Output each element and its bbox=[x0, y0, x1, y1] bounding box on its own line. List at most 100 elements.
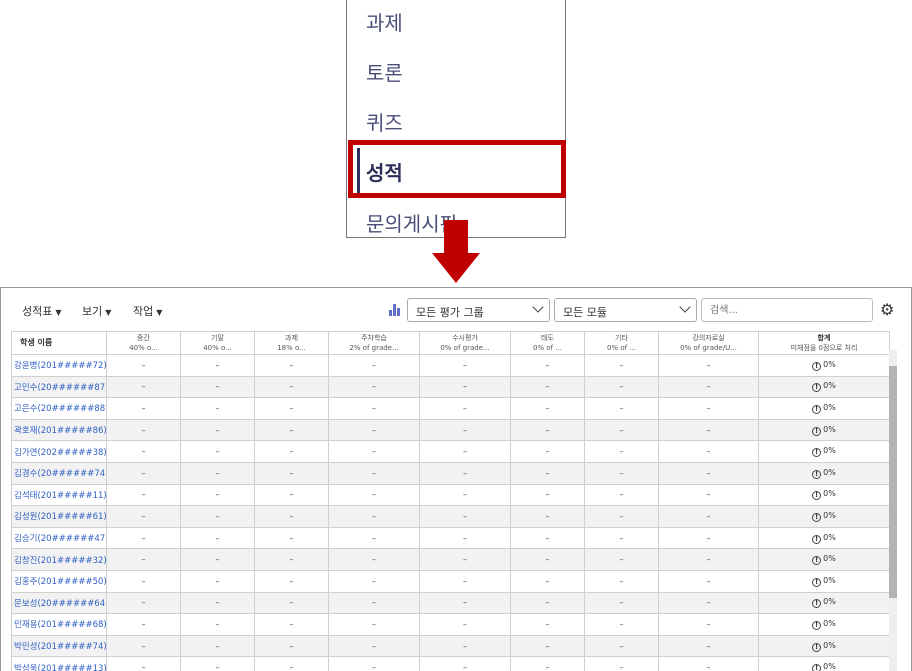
grade-cell[interactable]: – bbox=[510, 591, 585, 615]
grade-cell[interactable]: – bbox=[106, 461, 181, 485]
grade-cell[interactable]: – bbox=[584, 418, 659, 442]
grade-cell[interactable]: – bbox=[254, 483, 329, 507]
grade-cell[interactable]: – bbox=[328, 461, 420, 485]
grade-cell[interactable]: – bbox=[106, 569, 181, 593]
student-name-link[interactable]: 김경수(20######74) bbox=[11, 461, 107, 485]
column-header[interactable]: 과제 18% o... bbox=[254, 331, 329, 355]
grade-cell[interactable]: – bbox=[106, 526, 181, 550]
grade-cell[interactable]: – bbox=[106, 375, 181, 399]
grade-cell[interactable]: – bbox=[180, 461, 255, 485]
grade-cell[interactable]: – bbox=[328, 613, 420, 636]
grade-cell[interactable]: – bbox=[106, 656, 181, 671]
grade-cell[interactable]: – bbox=[510, 548, 585, 571]
grade-cell[interactable]: – bbox=[254, 569, 329, 593]
student-name-link[interactable]: 강윤병(201#####72) bbox=[11, 354, 107, 377]
grade-cell[interactable]: – bbox=[510, 397, 585, 420]
grade-cell[interactable]: – bbox=[658, 634, 759, 658]
grade-cell[interactable]: – bbox=[658, 656, 759, 671]
menu-item-quizzes[interactable]: 퀴즈 bbox=[366, 107, 403, 136]
grade-cell[interactable]: – bbox=[254, 375, 329, 399]
grade-cell[interactable]: – bbox=[328, 656, 420, 671]
grade-cell[interactable]: – bbox=[328, 548, 420, 571]
module-select[interactable]: 모든 모듈 bbox=[554, 298, 697, 322]
grade-cell[interactable]: – bbox=[658, 440, 759, 463]
grade-cell[interactable]: – bbox=[510, 526, 585, 550]
menu-item-discussions[interactable]: 토론 bbox=[366, 57, 403, 86]
assessment-group-select[interactable]: 모든 평가 그룹 bbox=[407, 298, 550, 322]
grade-cell[interactable]: – bbox=[254, 656, 329, 671]
grade-cell[interactable]: – bbox=[180, 591, 255, 615]
grade-cell[interactable]: – bbox=[658, 591, 759, 615]
student-name-link[interactable]: 박성욱(201#####13) bbox=[11, 656, 107, 671]
grade-cell[interactable]: – bbox=[510, 440, 585, 463]
student-name-header[interactable]: 학생 이름 bbox=[11, 331, 107, 355]
grade-cell[interactable]: – bbox=[254, 440, 329, 463]
grade-cell[interactable]: – bbox=[658, 548, 759, 571]
grade-cell[interactable]: – bbox=[180, 354, 255, 377]
grade-cell[interactable]: – bbox=[584, 634, 659, 658]
grade-cell[interactable]: – bbox=[510, 418, 585, 442]
search-input[interactable] bbox=[701, 298, 873, 322]
grade-cell[interactable]: – bbox=[106, 440, 181, 463]
grade-cell[interactable]: – bbox=[658, 461, 759, 485]
column-header[interactable]: 강의자료실 0% of grade/U... bbox=[658, 331, 759, 355]
grade-cell[interactable]: – bbox=[180, 656, 255, 671]
grade-cell[interactable]: – bbox=[584, 526, 659, 550]
grade-cell[interactable]: – bbox=[584, 569, 659, 593]
column-header[interactable]: 중간 40% o... bbox=[106, 331, 181, 355]
grade-cell[interactable]: – bbox=[180, 634, 255, 658]
info-icon[interactable]: ! bbox=[812, 469, 822, 479]
grade-cell[interactable]: – bbox=[328, 569, 420, 593]
student-name-link[interactable]: 김승기(20######47) bbox=[11, 526, 107, 550]
view-menu[interactable]: 보기 ▼ bbox=[82, 303, 111, 319]
grade-cell[interactable]: – bbox=[419, 461, 511, 485]
grade-cell[interactable]: – bbox=[510, 354, 585, 377]
grade-cell[interactable]: – bbox=[419, 354, 511, 377]
grade-cell[interactable]: – bbox=[254, 613, 329, 636]
grade-cell[interactable]: – bbox=[254, 591, 329, 615]
grade-cell[interactable]: – bbox=[180, 613, 255, 636]
grade-cell[interactable]: – bbox=[510, 569, 585, 593]
grade-cell[interactable]: – bbox=[658, 375, 759, 399]
grade-cell[interactable]: – bbox=[180, 375, 255, 399]
info-icon[interactable]: ! bbox=[812, 404, 822, 414]
grade-cell[interactable]: – bbox=[419, 375, 511, 399]
grade-cell[interactable]: – bbox=[180, 548, 255, 571]
grade-cell[interactable]: – bbox=[419, 613, 511, 636]
vertical-scrollbar[interactable] bbox=[889, 350, 897, 671]
grade-cell[interactable]: – bbox=[510, 483, 585, 507]
grade-cell[interactable]: – bbox=[419, 591, 511, 615]
grade-cell[interactable]: – bbox=[328, 418, 420, 442]
info-icon[interactable]: ! bbox=[812, 664, 822, 671]
chart-icon[interactable] bbox=[389, 304, 402, 316]
grade-cell[interactable]: – bbox=[254, 418, 329, 442]
student-name-link[interactable]: 곽호재(201#####86) bbox=[11, 418, 107, 442]
grade-cell[interactable]: – bbox=[106, 354, 181, 377]
grade-cell[interactable]: – bbox=[584, 656, 659, 671]
info-icon[interactable]: ! bbox=[812, 383, 822, 393]
grade-cell[interactable]: – bbox=[106, 505, 181, 528]
grade-cell[interactable]: – bbox=[254, 548, 329, 571]
grade-cell[interactable]: – bbox=[328, 397, 420, 420]
grade-cell[interactable]: – bbox=[106, 613, 181, 636]
grade-cell[interactable]: – bbox=[419, 569, 511, 593]
grade-cell[interactable]: – bbox=[584, 375, 659, 399]
grade-cell[interactable]: – bbox=[328, 483, 420, 507]
grade-cell[interactable]: – bbox=[419, 634, 511, 658]
grade-cell[interactable]: – bbox=[419, 505, 511, 528]
grade-cell[interactable]: – bbox=[584, 613, 659, 636]
menu-item-assignments[interactable]: 과제 bbox=[366, 7, 403, 36]
student-name-link[interactable]: 민재용(201#####68) bbox=[11, 613, 107, 636]
grade-cell[interactable]: – bbox=[180, 418, 255, 442]
info-icon[interactable]: ! bbox=[812, 512, 822, 522]
student-name-link[interactable]: 김홍주(201#####50) bbox=[11, 569, 107, 593]
info-icon[interactable]: ! bbox=[812, 426, 822, 436]
grade-cell[interactable]: – bbox=[254, 505, 329, 528]
info-icon[interactable]: ! bbox=[812, 534, 822, 544]
info-icon[interactable]: ! bbox=[812, 620, 822, 630]
column-header[interactable]: 수시평가 0% of grade... bbox=[419, 331, 511, 355]
grade-cell[interactable]: – bbox=[584, 548, 659, 571]
grade-cell[interactable]: – bbox=[254, 397, 329, 420]
grade-cell[interactable]: – bbox=[254, 526, 329, 550]
student-name-link[interactable]: 박민성(201#####74) bbox=[11, 634, 107, 658]
